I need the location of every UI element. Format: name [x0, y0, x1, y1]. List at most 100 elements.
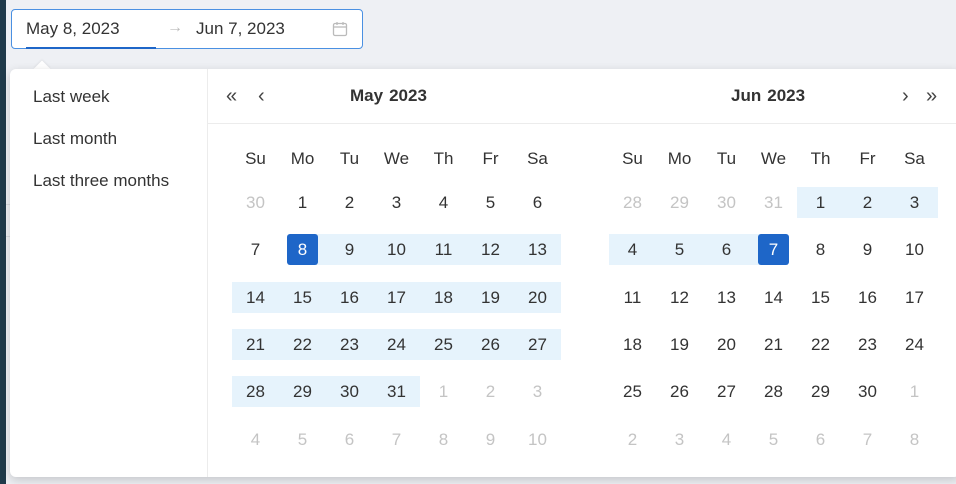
- day-cell-jun[interactable]: 9: [844, 234, 891, 265]
- day-cell-may[interactable]: 13: [514, 234, 561, 265]
- date-range-input[interactable]: May 8, 2023 → Jun 7, 2023: [11, 9, 363, 49]
- left-year-label[interactable]: 2023: [389, 86, 427, 105]
- day-cell-may[interactable]: 2: [467, 376, 514, 407]
- prev-year-button[interactable]: «: [226, 86, 237, 106]
- day-cell-jun[interactable]: 8: [891, 424, 938, 455]
- day-cell-jun[interactable]: 29: [797, 376, 844, 407]
- day-cell-jun[interactable]: 30: [844, 376, 891, 407]
- day-cell-jun[interactable]: 4: [703, 424, 750, 455]
- day-cell-may[interactable]: 6: [514, 187, 561, 218]
- next-month-button[interactable]: ›: [902, 86, 909, 106]
- day-cell-may[interactable]: 8: [420, 424, 467, 455]
- day-cell-jun[interactable]: 10: [891, 234, 938, 265]
- day-cell-jun[interactable]: 30: [703, 187, 750, 218]
- day-cell-may[interactable]: 6: [326, 424, 373, 455]
- selected-day-cell-may[interactable]: 8: [279, 234, 326, 265]
- day-cell-jun[interactable]: 1: [891, 376, 938, 407]
- day-cell-jun[interactable]: 14: [750, 282, 797, 313]
- day-cell-jun[interactable]: 2: [844, 187, 891, 218]
- day-cell-may[interactable]: 19: [467, 282, 514, 313]
- day-cell-may[interactable]: 18: [420, 282, 467, 313]
- day-cell-jun[interactable]: 2: [609, 424, 656, 455]
- day-cell-may[interactable]: 30: [326, 376, 373, 407]
- day-cell-may[interactable]: 1: [420, 376, 467, 407]
- day-cell-jun[interactable]: 21: [750, 329, 797, 360]
- day-cell-jun[interactable]: 26: [656, 376, 703, 407]
- day-cell-may[interactable]: 7: [232, 234, 279, 265]
- day-cell-may[interactable]: 7: [373, 424, 420, 455]
- day-cell-may[interactable]: 24: [373, 329, 420, 360]
- day-cell-may[interactable]: 9: [326, 234, 373, 265]
- day-cell-jun[interactable]: 8: [797, 234, 844, 265]
- day-cell-may[interactable]: 10: [514, 424, 561, 455]
- day-cell-may[interactable]: 1: [279, 187, 326, 218]
- day-cell-jun[interactable]: 7: [844, 424, 891, 455]
- day-cell-may[interactable]: 21: [232, 329, 279, 360]
- day-cell-jun[interactable]: 22: [797, 329, 844, 360]
- day-cell-may[interactable]: 9: [467, 424, 514, 455]
- day-cell-jun[interactable]: 20: [703, 329, 750, 360]
- preset-last-three-months[interactable]: Last three months: [33, 171, 169, 191]
- prev-month-button[interactable]: ‹: [258, 86, 265, 106]
- day-cell-jun[interactable]: 15: [797, 282, 844, 313]
- day-cell-jun[interactable]: 28: [750, 376, 797, 407]
- start-date-field[interactable]: May 8, 2023: [26, 10, 156, 48]
- day-cell-may[interactable]: 30: [232, 187, 279, 218]
- day-cell-may[interactable]: 25: [420, 329, 467, 360]
- day-cell-may[interactable]: 4: [420, 187, 467, 218]
- next-year-button[interactable]: »: [926, 86, 937, 106]
- day-cell-may[interactable]: 20: [514, 282, 561, 313]
- weekday-header: Sa: [527, 149, 548, 168]
- day-cell-jun[interactable]: 27: [703, 376, 750, 407]
- day-cell-jun[interactable]: 5: [750, 424, 797, 455]
- day-cell-may[interactable]: 15: [279, 282, 326, 313]
- preset-last-month[interactable]: Last month: [33, 129, 117, 149]
- left-month-label[interactable]: May: [350, 86, 383, 105]
- day-cell-jun[interactable]: 3: [891, 187, 938, 218]
- day-cell-jun[interactable]: 18: [609, 329, 656, 360]
- day-cell-jun[interactable]: 6: [703, 234, 750, 265]
- day-cell-may[interactable]: 26: [467, 329, 514, 360]
- right-month-label[interactable]: Jun: [731, 86, 761, 105]
- day-cell-jun[interactable]: 6: [797, 424, 844, 455]
- preset-last-week[interactable]: Last week: [33, 87, 110, 107]
- day-cell-jun[interactable]: 19: [656, 329, 703, 360]
- day-cell-may[interactable]: 14: [232, 282, 279, 313]
- day-cell-jun[interactable]: 23: [844, 329, 891, 360]
- day-cell-jun[interactable]: 29: [656, 187, 703, 218]
- day-cell-may[interactable]: 29: [279, 376, 326, 407]
- day-cell-may[interactable]: 22: [279, 329, 326, 360]
- day-cell-jun[interactable]: 1: [797, 187, 844, 218]
- day-cell-may[interactable]: 2: [326, 187, 373, 218]
- calendar-icon[interactable]: [332, 21, 348, 37]
- selected-day-cell-jun[interactable]: 7: [750, 234, 797, 265]
- right-year-label[interactable]: 2023: [767, 86, 805, 105]
- day-cell-jun[interactable]: 24: [891, 329, 938, 360]
- day-cell-jun[interactable]: 31: [750, 187, 797, 218]
- day-cell-may[interactable]: 10: [373, 234, 420, 265]
- day-cell-may[interactable]: 5: [467, 187, 514, 218]
- day-cell-jun[interactable]: 28: [609, 187, 656, 218]
- day-cell-jun[interactable]: 4: [609, 234, 656, 265]
- end-date-field[interactable]: Jun 7, 2023: [196, 10, 316, 48]
- day-cell-may[interactable]: 3: [514, 376, 561, 407]
- day-cell-may[interactable]: 23: [326, 329, 373, 360]
- day-cell-may[interactable]: 4: [232, 424, 279, 455]
- day-cell-may[interactable]: 16: [326, 282, 373, 313]
- day-cell-may[interactable]: 31: [373, 376, 420, 407]
- day-cell-jun[interactable]: 3: [656, 424, 703, 455]
- day-cell-jun[interactable]: 13: [703, 282, 750, 313]
- day-cell-jun[interactable]: 11: [609, 282, 656, 313]
- day-cell-jun[interactable]: 5: [656, 234, 703, 265]
- day-cell-may[interactable]: 5: [279, 424, 326, 455]
- day-cell-jun[interactable]: 17: [891, 282, 938, 313]
- day-cell-may[interactable]: 17: [373, 282, 420, 313]
- day-cell-may[interactable]: 3: [373, 187, 420, 218]
- day-cell-may[interactable]: 28: [232, 376, 279, 407]
- day-cell-jun[interactable]: 16: [844, 282, 891, 313]
- day-cell-may[interactable]: 12: [467, 234, 514, 265]
- day-cell-jun[interactable]: 12: [656, 282, 703, 313]
- day-cell-may[interactable]: 27: [514, 329, 561, 360]
- day-cell-may[interactable]: 11: [420, 234, 467, 265]
- day-cell-jun[interactable]: 25: [609, 376, 656, 407]
